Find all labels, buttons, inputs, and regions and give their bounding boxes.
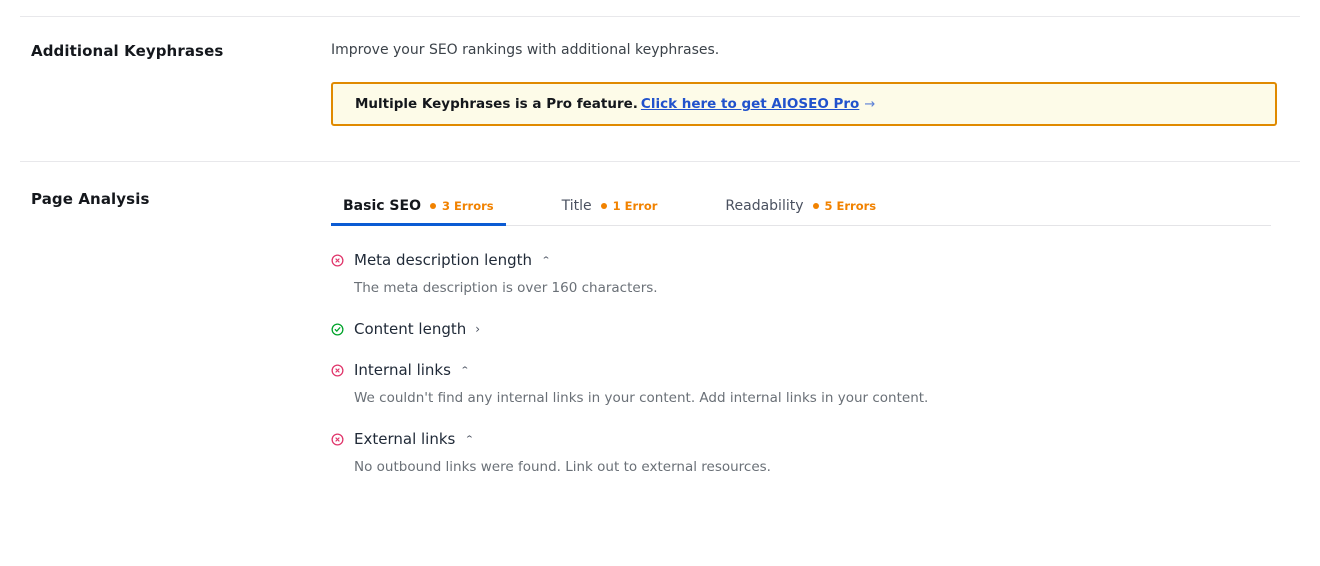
additional-keyphrases-title: Additional Keyphrases (31, 42, 224, 60)
tab-title-errors: 1 Error (600, 199, 658, 213)
analysis-item-content-length: Content length › (331, 319, 1294, 339)
section-divider-top (20, 16, 1300, 17)
analysis-item-title: Meta description length (354, 251, 532, 269)
error-circle-x-icon (331, 363, 344, 377)
error-dot-icon (600, 203, 607, 209)
error-dot-icon (429, 203, 436, 209)
error-dot-icon (812, 203, 819, 209)
additional-keyphrases-section: Additional Keyphrases Improve your SEO r… (0, 40, 1320, 126)
tab-basic-seo-errors: 3 Errors (429, 199, 494, 213)
section-divider-middle (20, 161, 1300, 162)
get-aioseo-pro-link[interactable]: Click here to get AIOSEO Pro (641, 96, 859, 112)
analysis-item-description: The meta description is over 160 charact… (354, 280, 658, 296)
pro-notice-text: Multiple Keyphrases is a Pro feature. (355, 96, 638, 112)
tab-basic-seo[interactable]: Basic SEO 3 Errors (331, 189, 506, 226)
analysis-item-header[interactable]: Meta description length ⌃ (331, 250, 1294, 270)
analysis-item-header[interactable]: External links ⌃ (331, 429, 1294, 449)
analysis-item-header[interactable]: Content length › (331, 319, 1294, 339)
tab-title-label: Title (561, 198, 592, 214)
additional-keyphrases-description: Improve your SEO rankings with additiona… (331, 42, 720, 58)
page-analysis-title: Page Analysis (31, 190, 150, 208)
analysis-item-title: Content length (354, 320, 467, 338)
analysis-item-title: External links (354, 430, 456, 448)
tab-readability-error-count: 5 Errors (824, 199, 877, 213)
analysis-item-description: No outbound links were found. Link out t… (354, 459, 771, 475)
analysis-item-header[interactable]: Internal links ⌃ (331, 360, 1294, 380)
tab-readability-label: Readability (725, 198, 804, 214)
pro-upsell-notice: Multiple Keyphrases is a Pro feature. Cl… (331, 82, 1277, 126)
page-analysis-section: Page Analysis Basic SEO 3 Errors Title 1… (0, 188, 1320, 477)
chevron-up-icon[interactable]: ⌃ (541, 253, 551, 268)
page-analysis-content-column: Basic SEO 3 Errors Title 1 Error Readabi… (331, 188, 1320, 477)
tab-title-error-count: 1 Error (612, 199, 658, 213)
chevron-right-icon[interactable]: › (475, 319, 480, 339)
additional-keyphrases-content-column: Improve your SEO rankings with additiona… (331, 40, 1320, 126)
page-analysis-label-column: Page Analysis (0, 188, 331, 210)
tab-basic-seo-label: Basic SEO (343, 198, 421, 214)
arrow-right-icon: → (864, 96, 876, 112)
chevron-up-icon[interactable]: ⌃ (464, 432, 474, 447)
tab-title[interactable]: Title 1 Error (550, 189, 670, 226)
analysis-item-description: We couldn't find any internal links in y… (354, 390, 929, 406)
analysis-item-external-links: External links ⌃ No outbound links were … (331, 429, 1294, 477)
error-circle-x-icon (331, 253, 344, 267)
chevron-up-icon[interactable]: ⌃ (460, 363, 470, 378)
success-circle-check-icon (331, 322, 344, 336)
analysis-item-meta-description-length: Meta description length ⌃ The meta descr… (331, 250, 1294, 298)
analysis-results-list: Meta description length ⌃ The meta descr… (331, 250, 1294, 477)
analysis-item-title: Internal links (354, 361, 451, 379)
analysis-item-internal-links: Internal links ⌃ We couldn't find any in… (331, 360, 1294, 408)
page-analysis-tabs: Basic SEO 3 Errors Title 1 Error Readabi… (331, 188, 1271, 226)
error-circle-x-icon (331, 432, 344, 446)
additional-keyphrases-label-column: Additional Keyphrases (0, 40, 331, 62)
seo-settings-page: Additional Keyphrases Improve your SEO r… (0, 0, 1320, 566)
tab-readability[interactable]: Readability 5 Errors (713, 189, 888, 226)
tab-readability-errors: 5 Errors (812, 199, 877, 213)
tab-basic-seo-error-count: 3 Errors (441, 199, 494, 213)
